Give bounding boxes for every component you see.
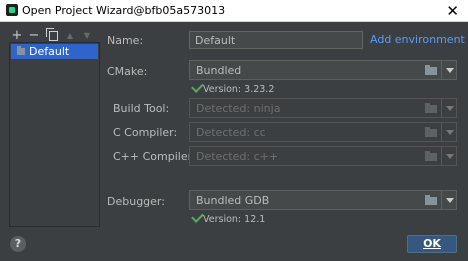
name-field[interactable] [189,31,363,49]
cpp-compiler-value: Detected: c++ [196,150,279,163]
help-button[interactable]: ? [10,236,26,252]
debugger-select[interactable]: Bundled GDB [189,190,443,210]
chevron-down-icon [446,130,454,135]
ok-button[interactable]: OK [407,235,457,253]
folder-icon[interactable] [425,195,438,205]
folder-icon [425,127,438,137]
build-tool-label: Build Tool: [113,102,170,115]
c-compiler-value: Detected: cc [196,126,266,139]
cpp-compiler-select: Detected: c++ [189,146,443,166]
name-label: Name: [107,34,144,47]
cmake-select[interactable]: Bundled [189,60,443,80]
cmake-version: Version: 3.23.2 [203,84,275,95]
debugger-label: Debugger: [107,195,165,208]
check-icon [191,210,204,223]
build-tool-value: Detected: ninja [196,102,281,115]
folder-icon [425,151,438,161]
debugger-version: Version: 12.1 [203,214,266,225]
c-compiler-dropdown-button [441,122,457,142]
debugger-value: Bundled GDB [196,194,270,207]
c-compiler-select: Detected: cc [189,122,443,142]
folder-icon [17,46,25,55]
chevron-down-icon [446,154,454,159]
question-icon: ? [14,237,22,250]
debugger-dropdown-button[interactable] [441,190,457,210]
add-environment-label: Add environment [370,33,465,46]
cpp-compiler-dropdown-button [441,146,457,166]
build-tool-select: Detected: ninja [189,98,443,118]
profile-label: Default [29,45,70,58]
chevron-down-icon [446,68,454,73]
close-icon[interactable]: ✕ [446,2,459,20]
chevron-down-icon [446,198,454,203]
folder-icon [425,103,438,113]
list-item[interactable]: Default [11,44,98,59]
title-bar: Open Project Wizard@bfb05a573013 ✕ [0,0,468,22]
profiles-list: Default [9,42,100,227]
window-title: Open Project Wizard@bfb05a573013 [22,4,226,17]
add-environment-link[interactable]: Add environment ⌄ [370,33,468,46]
app-icon [6,4,18,16]
c-compiler-label: C Compiler: [113,126,178,139]
cmake-label: CMake: [107,65,148,78]
copy-icon [45,28,58,41]
folder-icon[interactable] [425,65,438,75]
cpp-compiler-label: C++ Compiler: [113,150,196,163]
cmake-dropdown-button[interactable] [441,60,457,80]
cmake-value: Bundled [196,64,242,77]
check-icon [191,80,204,93]
build-tool-dropdown-button [441,98,457,118]
chevron-down-icon [446,106,454,111]
